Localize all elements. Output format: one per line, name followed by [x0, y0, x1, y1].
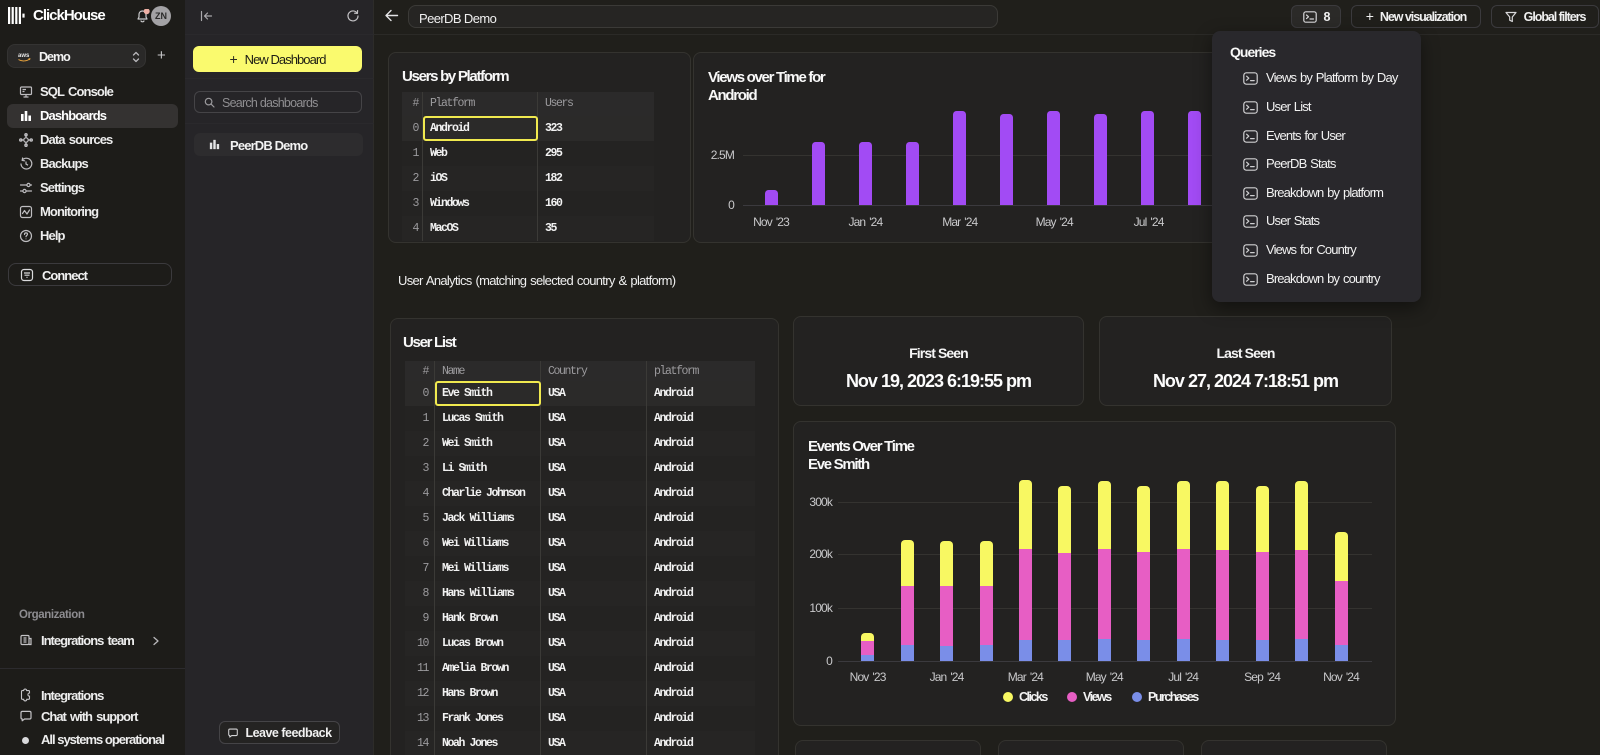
- svg-text:aws: aws: [18, 53, 30, 59]
